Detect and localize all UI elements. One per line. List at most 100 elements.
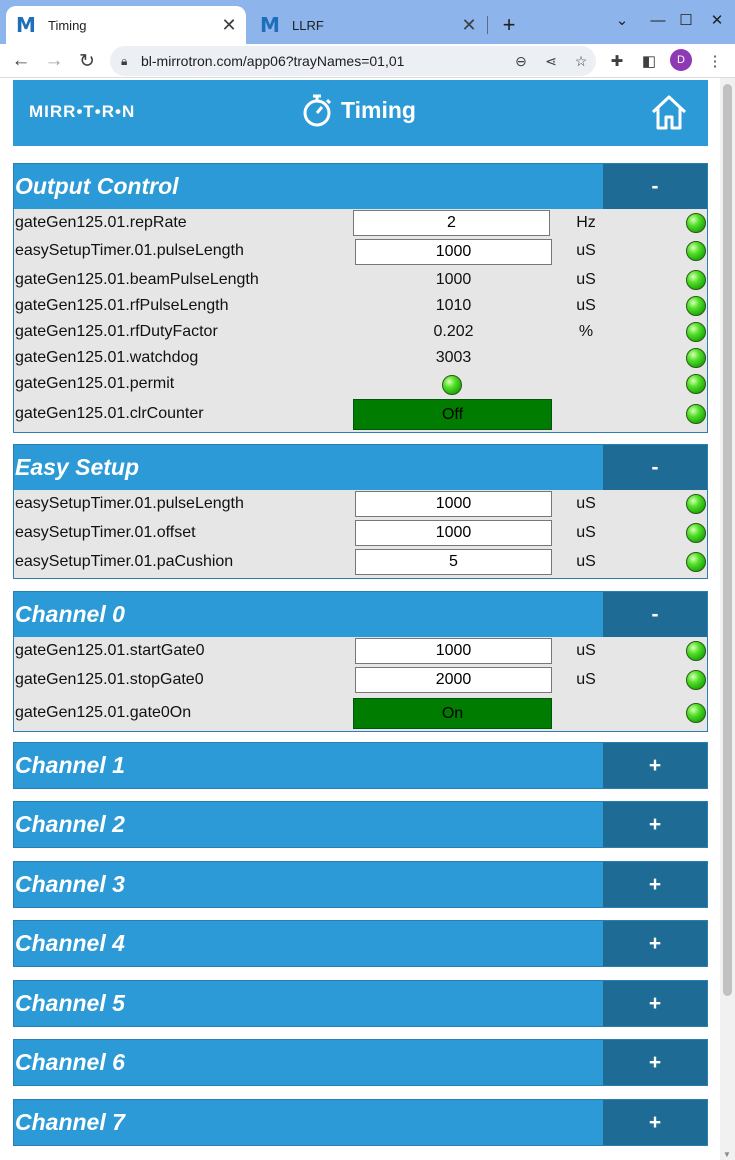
status-led-icon xyxy=(686,523,706,543)
unit-label: uS xyxy=(576,524,596,541)
stop-gate-input[interactable] xyxy=(355,667,552,693)
section-header: Channel 1 + xyxy=(14,743,707,788)
side-panel-icon[interactable]: ◧ xyxy=(635,48,663,74)
back-icon[interactable]: ← xyxy=(8,48,34,74)
section-header: Channel 2 + xyxy=(14,802,707,847)
unit-label: uS xyxy=(576,671,596,688)
param-row: easySetupTimer.01.pulseLength uS xyxy=(14,238,707,267)
close-window-icon[interactable]: ✕ xyxy=(707,9,727,31)
offset-input[interactable] xyxy=(355,520,552,546)
rep-rate-input[interactable] xyxy=(353,210,550,236)
tab-title: Timing xyxy=(48,17,87,33)
pa-cushion-input[interactable] xyxy=(355,549,552,575)
tab-timing[interactable]: M Timing ✕ xyxy=(6,6,246,44)
expand-button[interactable]: + xyxy=(603,981,707,1026)
status-led-icon xyxy=(686,670,706,690)
param-row: gateGen125.01.gate0On On xyxy=(14,696,707,731)
unit-label: uS xyxy=(576,297,596,314)
tab-search-icon[interactable]: ⌄ xyxy=(612,9,632,31)
maximize-icon[interactable]: ☐ xyxy=(676,9,696,31)
expand-button[interactable]: + xyxy=(603,743,707,788)
expand-button[interactable]: + xyxy=(603,862,707,907)
param-label: gateGen125.01.rfDutyFactor xyxy=(15,323,218,340)
home-icon[interactable] xyxy=(649,92,689,132)
param-label: gateGen125.01.watchdog xyxy=(15,349,199,366)
param-row: gateGen125.01.permit xyxy=(14,371,707,397)
param-label: gateGen125.01.rfPulseLength xyxy=(15,297,229,314)
pulse-length-input[interactable] xyxy=(355,491,552,517)
unit-label: uS xyxy=(576,242,596,259)
param-row: gateGen125.01.clrCounter Off xyxy=(14,397,707,432)
section-title: Channel 3 xyxy=(15,871,125,897)
new-tab-button[interactable]: + xyxy=(496,12,522,38)
reload-icon[interactable]: ↻ xyxy=(74,48,100,74)
minimize-icon[interactable]: — xyxy=(648,9,668,31)
extensions-icon[interactable]: ✚ xyxy=(603,48,631,74)
status-led-icon xyxy=(686,322,706,342)
collapse-button[interactable]: - xyxy=(603,445,707,490)
start-gate-input[interactable] xyxy=(355,638,552,664)
param-row: gateGen125.01.stopGate0 uS xyxy=(14,667,707,696)
param-row: gateGen125.01.beamPulseLength 1000 uS xyxy=(14,267,707,293)
param-value: 0.202 xyxy=(433,323,474,340)
gate-on-button[interactable]: On xyxy=(353,698,552,729)
param-label: easySetupTimer.01.paCushion xyxy=(15,553,234,570)
url-text[interactable]: bl-mirrotron.com/app06?trayNames=01,01 xyxy=(135,53,506,69)
browser-toolbar: ← → ↻ 🔒︎ bl-mirrotron.com/app06?trayName… xyxy=(0,44,735,78)
app-header: MIRR•T•R•N Timing xyxy=(13,80,708,146)
section-header: Channel 5 + xyxy=(14,981,707,1026)
expand-button[interactable]: + xyxy=(603,921,707,966)
param-label: gateGen125.01.stopGate0 xyxy=(15,671,204,688)
section-channel-6: Channel 6 + xyxy=(13,1039,708,1086)
param-row: gateGen125.01.repRate Hz xyxy=(14,210,707,238)
param-label: gateGen125.01.beamPulseLength xyxy=(15,271,259,288)
section-channel-4: Channel 4 + xyxy=(13,920,708,967)
section-header: Channel 4 + xyxy=(14,921,707,966)
scrollbar-thumb[interactable] xyxy=(723,84,732,996)
section-header: Easy Setup - xyxy=(14,445,707,490)
lock-icon[interactable]: 🔒︎ xyxy=(121,54,135,69)
tab-strip: M Timing ✕ M LLRF ✕ + ⌄ — ☐ ✕ xyxy=(0,0,735,44)
collapse-button[interactable]: - xyxy=(603,164,707,209)
status-led-icon xyxy=(686,374,706,394)
close-icon[interactable]: ✕ xyxy=(458,14,480,36)
status-led-icon xyxy=(686,270,706,290)
section-title: Channel 4 xyxy=(15,930,125,956)
status-led-icon xyxy=(686,494,706,514)
section-header: Channel 7 + xyxy=(14,1100,707,1145)
section-channel-5: Channel 5 + xyxy=(13,980,708,1027)
unit-label: uS xyxy=(576,495,596,512)
unit-label: uS xyxy=(576,271,596,288)
unit-label: uS xyxy=(576,553,596,570)
expand-button[interactable]: + xyxy=(603,1040,707,1085)
param-row: easySetupTimer.01.offset uS xyxy=(14,520,707,549)
collapse-button[interactable]: - xyxy=(603,592,707,637)
section-header: Channel 0 - xyxy=(14,592,707,637)
forward-icon[interactable]: → xyxy=(41,48,67,74)
section-channel-2: Channel 2 + xyxy=(13,801,708,848)
pulse-length-input[interactable] xyxy=(355,239,552,265)
expand-button[interactable]: + xyxy=(603,802,707,847)
address-bar[interactable]: 🔒︎ bl-mirrotron.com/app06?trayNames=01,0… xyxy=(110,46,596,76)
status-led-icon xyxy=(686,641,706,661)
menu-kebab-icon[interactable]: ⋮ xyxy=(701,48,729,74)
share-icon[interactable]: ⋖ xyxy=(536,48,566,74)
section-title: Channel 1 xyxy=(15,752,125,778)
clr-counter-button[interactable]: Off xyxy=(353,399,552,430)
section-title: Channel 0 xyxy=(15,601,125,627)
section-header: Output Control - xyxy=(14,164,707,209)
status-led-icon xyxy=(686,552,706,572)
close-icon[interactable]: ✕ xyxy=(218,14,240,36)
section-channel-3: Channel 3 + xyxy=(13,861,708,908)
tab-separator xyxy=(487,16,488,34)
page-scrollbar[interactable]: ▼ xyxy=(720,78,735,1160)
param-row: gateGen125.01.startGate0 uS xyxy=(14,638,707,667)
status-led-icon xyxy=(686,241,706,261)
zoom-icon[interactable]: ⊖ xyxy=(506,48,536,74)
profile-avatar[interactable]: D xyxy=(670,49,692,71)
scroll-down-icon[interactable]: ▼ xyxy=(723,1150,731,1159)
section-easy-setup: Easy Setup - easySetupTimer.01.pulseLeng… xyxy=(13,444,708,579)
bookmark-star-icon[interactable]: ☆ xyxy=(566,48,596,74)
tab-llrf[interactable]: M LLRF ✕ xyxy=(250,6,486,44)
expand-button[interactable]: + xyxy=(603,1100,707,1145)
